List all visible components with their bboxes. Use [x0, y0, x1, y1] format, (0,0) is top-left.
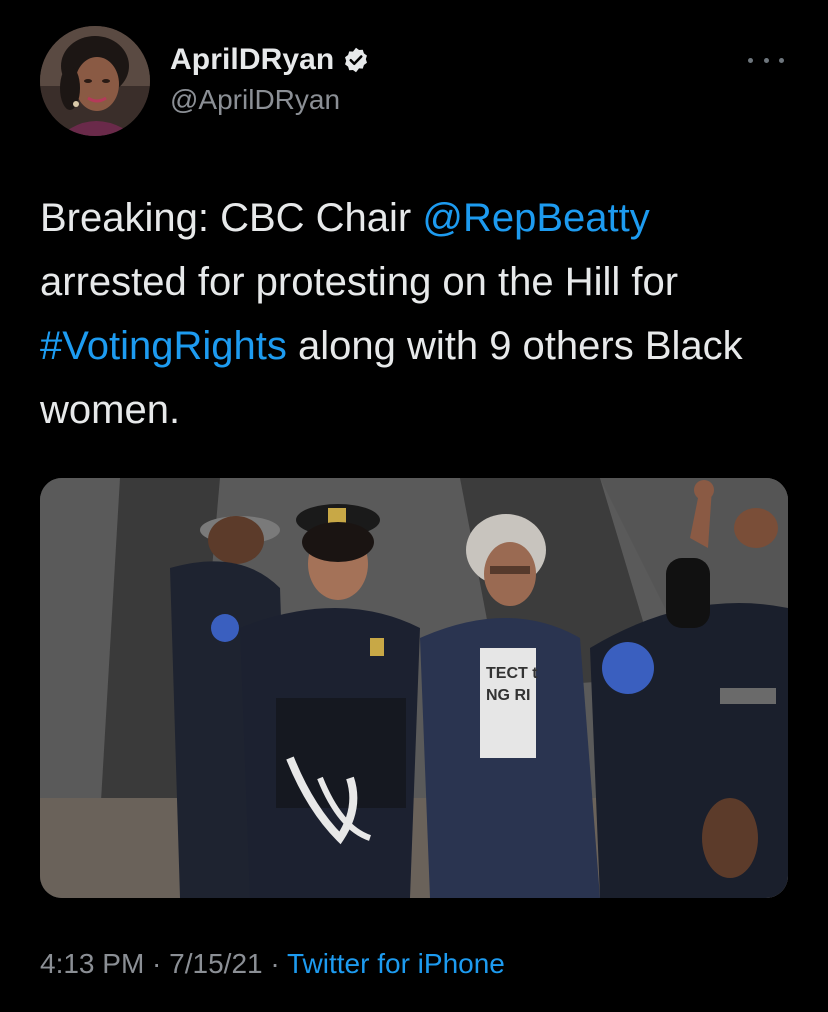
display-name[interactable]: AprilDRyan: [170, 43, 334, 77]
user-info: AprilDRyan @AprilDRyan: [170, 40, 370, 116]
more-dot: [763, 57, 769, 63]
mention-link[interactable]: @RepBeatty: [422, 196, 649, 240]
display-name-row: AprilDRyan: [170, 40, 370, 80]
handle[interactable]: @AprilDRyan: [170, 84, 370, 116]
hashtag-link[interactable]: #VotingRights: [40, 324, 287, 368]
verified-badge-icon: [342, 46, 370, 74]
meta-separator: ·: [262, 948, 287, 979]
tweet-source-link[interactable]: Twitter for iPhone: [287, 948, 505, 979]
tweet-meta: 4:13 PM · 7/15/21 · Twitter for iPhone: [40, 948, 505, 980]
meta-separator: ·: [144, 948, 170, 979]
tweet: AprilDRyan @AprilDRyan Breaking: CBC Cha…: [0, 0, 828, 1012]
shirt-text-1: TECT t: [486, 665, 538, 682]
tweet-text-part: Breaking: CBC Chair: [40, 196, 423, 240]
tweet-time[interactable]: 4:13 PM: [40, 948, 144, 979]
avatar[interactable]: [40, 26, 150, 136]
more-dot: [779, 57, 784, 63]
tweet-text-part: arrested for protesting on the Hill for: [40, 260, 679, 304]
more-horizontal-icon: [748, 57, 753, 63]
tweet-text: Breaking: CBC Chair @RepBeatty arrested …: [40, 186, 800, 442]
tweet-date[interactable]: 7/15/21: [169, 948, 262, 979]
tweet-photo[interactable]: TECT t NG RI: [40, 478, 788, 898]
shirt-text-2: NG RI: [486, 687, 530, 704]
more-button[interactable]: [748, 50, 784, 70]
